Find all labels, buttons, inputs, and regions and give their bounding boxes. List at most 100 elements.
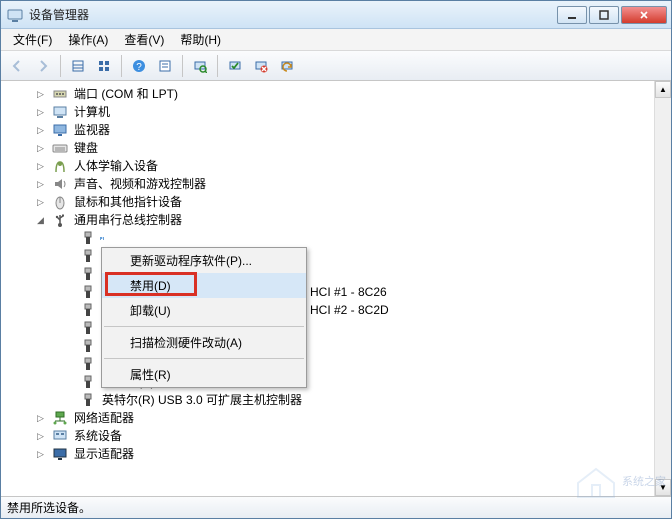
usb-plug-icon (80, 356, 96, 372)
menu-view[interactable]: 查看(V) (116, 29, 172, 50)
device-tree[interactable]: ▷ 端口 (COM 和 LPT) ▷ 计算机 ▷ 监视器 ▷ 键盘 ▷ 人体学输入设备 ▷ 声音、视频… (1, 81, 654, 496)
tree-node-label: 鼠标和其他指针设备 (72, 193, 184, 211)
update-driver-button[interactable] (275, 54, 299, 78)
expander-closed-icon[interactable]: ▷ (35, 449, 46, 460)
system-icon (52, 428, 68, 444)
svg-text:?: ? (136, 62, 142, 73)
tree-node-label: 键盘 (72, 139, 100, 157)
tree-node[interactable]: ▷ 鼠标和其他指针设备 (7, 193, 650, 211)
expander-closed-icon[interactable]: ▷ (35, 125, 46, 136)
context-menu-separator (104, 326, 304, 327)
expander-closed-icon[interactable]: ▷ (35, 107, 46, 118)
toolbar-separator (217, 55, 218, 77)
tree-node[interactable]: ▷ 监视器 (7, 121, 650, 139)
tree-node[interactable]: 英特尔(R) USB 3.0 可扩展主机控制器 (7, 391, 650, 409)
context-menu-scan[interactable]: 扫描检测硬件改动(A) (102, 330, 306, 355)
scroll-up-button[interactable]: ▲ (655, 81, 671, 98)
minimize-button[interactable] (557, 6, 587, 24)
menu-file[interactable]: 文件(F) (5, 29, 60, 50)
close-button[interactable] (621, 6, 667, 24)
computer-icon (52, 104, 68, 120)
toolbar-separator (182, 55, 183, 77)
context-menu-uninstall[interactable]: 卸载(U) (102, 298, 306, 323)
port-icon (52, 86, 68, 102)
context-menu-update[interactable]: 更新驱动程序软件(P)... (102, 248, 306, 273)
usb-plug-icon (80, 230, 96, 246)
help-button[interactable]: ? (127, 54, 151, 78)
tree-node[interactable]: ▷ 计算机 (7, 103, 650, 121)
tree-node-label (100, 237, 104, 239)
window-controls (557, 6, 667, 24)
properties-button[interactable] (153, 54, 177, 78)
tree-node-label: 显示适配器 (72, 445, 136, 463)
status-text: 禁用所选设备。 (7, 499, 91, 516)
tree-node[interactable] (7, 229, 650, 247)
expander-closed-icon[interactable]: ▷ (35, 431, 46, 442)
tree-node-label: 英特尔(R) USB 3.0 可扩展主机控制器 (100, 391, 304, 409)
usb-plug-icon (80, 374, 96, 390)
tree-node[interactable]: ▷ 声音、视频和游戏控制器 (7, 175, 650, 193)
disable-button[interactable] (249, 54, 273, 78)
tree-node[interactable]: ▷ 显示适配器 (7, 445, 650, 463)
forward-button[interactable] (31, 54, 55, 78)
scan-button[interactable] (188, 54, 212, 78)
usb-plug-icon (80, 320, 96, 336)
maximize-button[interactable] (589, 6, 619, 24)
vertical-scrollbar[interactable]: ▲ ▼ (654, 81, 671, 496)
expander-none (63, 395, 74, 406)
tree-node-label: 计算机 (72, 103, 112, 121)
context-menu: 更新驱动程序软件(P)...禁用(D)卸载(U) 扫描检测硬件改动(A) 属性(R) (101, 247, 307, 388)
expander-none (63, 377, 74, 388)
list-view-button[interactable] (92, 54, 116, 78)
expander-open-icon[interactable]: ◢ (35, 215, 46, 226)
tree-node-label: 端口 (COM 和 LPT) (72, 85, 180, 103)
mouse-icon (52, 194, 68, 210)
titlebar: 设备管理器 (1, 1, 671, 29)
expander-closed-icon[interactable]: ▷ (35, 179, 46, 190)
tree-node[interactable]: ▷ 键盘 (7, 139, 650, 157)
expander-closed-icon[interactable]: ▷ (35, 89, 46, 100)
expander-closed-icon[interactable]: ▷ (35, 161, 46, 172)
expander-closed-icon[interactable]: ▷ (35, 143, 46, 154)
usb-plug-icon (80, 302, 96, 318)
usb-plug-icon (80, 338, 96, 354)
tree-node[interactable]: ▷ 网络适配器 (7, 409, 650, 427)
scroll-track[interactable] (655, 98, 671, 479)
context-menu-props[interactable]: 属性(R) (102, 362, 306, 387)
display-icon (52, 446, 68, 462)
menu-help[interactable]: 帮助(H) (172, 29, 229, 50)
hid-icon (52, 158, 68, 174)
expander-none (63, 269, 74, 280)
tree-node[interactable]: ◢ 通用串行总线控制器 (7, 211, 650, 229)
monitor-icon (52, 122, 68, 138)
tree-node-label: 监视器 (72, 121, 112, 139)
tree-node-label: 人体学输入设备 (72, 157, 160, 175)
tree-node[interactable]: ▷ 端口 (COM 和 LPT) (7, 85, 650, 103)
expander-none (63, 359, 74, 370)
menu-action[interactable]: 操作(A) (60, 29, 116, 50)
expander-none (63, 233, 74, 244)
toolbar-separator (121, 55, 122, 77)
context-menu-separator (104, 358, 304, 359)
back-button[interactable] (5, 54, 29, 78)
window-title: 设备管理器 (29, 6, 557, 23)
tree-node[interactable]: ▷ 人体学输入设备 (7, 157, 650, 175)
tree-node-label: 通用串行总线控制器 (72, 211, 184, 229)
usb-plug-icon (80, 392, 96, 408)
usb-icon (52, 212, 68, 228)
tree-node-label: 声音、视频和游戏控制器 (72, 175, 208, 193)
toolbar: ? (1, 51, 671, 81)
expander-closed-icon[interactable]: ▷ (35, 197, 46, 208)
scroll-down-button[interactable]: ▼ (655, 479, 671, 496)
expander-none (63, 323, 74, 334)
tree-node[interactable]: ▷系统设备 (7, 427, 650, 445)
expander-none (63, 341, 74, 352)
network-icon (52, 410, 68, 426)
enable-button[interactable] (223, 54, 247, 78)
usb-plug-icon (80, 284, 96, 300)
detail-view-button[interactable] (66, 54, 90, 78)
sound-icon (52, 176, 68, 192)
expander-closed-icon[interactable]: ▷ (35, 413, 46, 424)
context-menu-disable[interactable]: 禁用(D) (102, 273, 306, 298)
tree-node-label: 网络适配器 (72, 409, 136, 427)
